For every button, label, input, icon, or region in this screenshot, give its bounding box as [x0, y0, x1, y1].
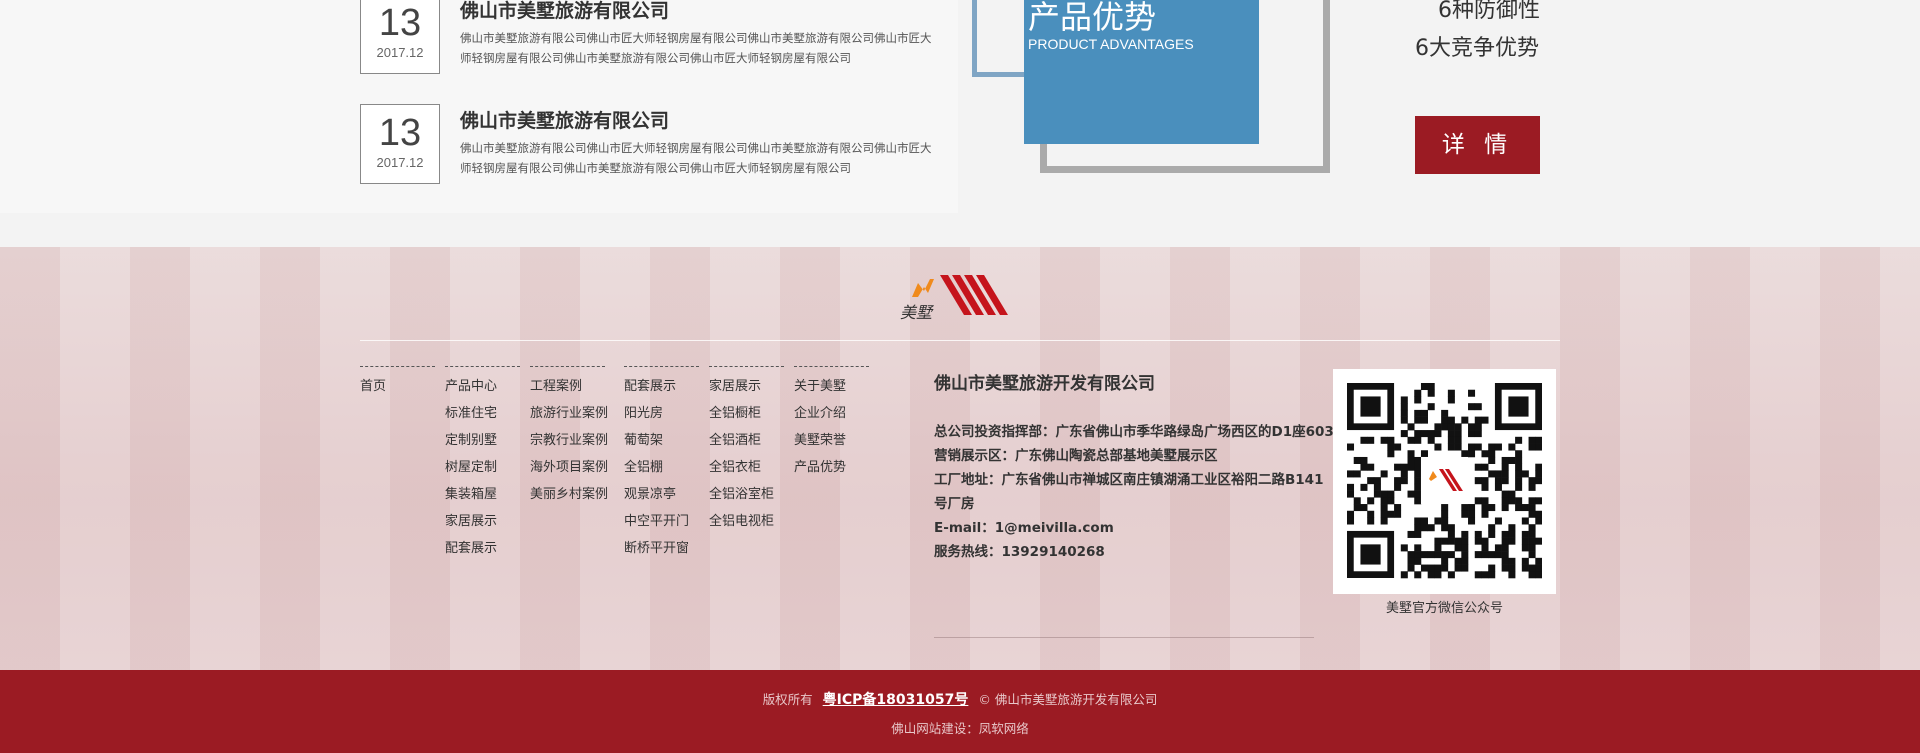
detail-button[interactable]: 详 情	[1415, 116, 1540, 174]
brand-logo[interactable]: 美墅	[900, 271, 1015, 323]
top-section: 13 2017.12 佛山市美墅旅游有限公司 佛山市美墅旅游有限公司佛山市匠大师…	[0, 0, 1920, 247]
contact-email[interactable]: E-mail：1@meivilla.com	[934, 516, 1334, 540]
copyright-prefix: 版权所有	[762, 692, 813, 707]
footer: 美墅 首页 产品中心 标准住宅 定制别墅 树屋定制 集装箱屋 家居展示 配套展示…	[0, 247, 1920, 670]
logo-text: 美墅	[900, 303, 933, 322]
footer-link[interactable]: 旅游行业案例	[530, 400, 608, 427]
footer-nav-col-home: 首页	[360, 366, 435, 400]
footer-link[interactable]: 宗教行业案例	[530, 427, 608, 454]
footer-link[interactable]: 观景凉亭	[624, 481, 699, 508]
news-panel: 13 2017.12 佛山市美墅旅游有限公司 佛山市美墅旅游有限公司佛山市匠大师…	[0, 0, 958, 213]
company-name: 佛山市美墅旅游开发有限公司	[934, 374, 1155, 394]
footer-link[interactable]: 标准住宅	[445, 400, 520, 427]
news-item[interactable]: 13 2017.12 佛山市美墅旅游有限公司 佛山市美墅旅游有限公司佛山市匠大师…	[360, 0, 940, 74]
footer-link[interactable]: 配套展示	[445, 535, 520, 562]
footer-link[interactable]: 全铝棚	[624, 454, 699, 481]
footer-link[interactable]: 配套展示	[624, 373, 699, 400]
footer-link[interactable]: 首页	[360, 373, 435, 400]
footer-link[interactable]: 葡萄架	[624, 427, 699, 454]
contact-hq-address: 总公司投资指挥部：广东省佛山市季华路绿岛广场西区的D1座603	[934, 424, 1334, 440]
footer-link[interactable]: 全铝酒柜	[709, 427, 784, 454]
footer-link[interactable]: 全铝浴室柜	[709, 481, 784, 508]
contact-showroom: 营销展示区：广东佛山陶瓷总部基地美墅展示区	[934, 448, 1218, 464]
footer-nav-col-products: 产品中心 标准住宅 定制别墅 树屋定制 集装箱屋 家居展示 配套展示	[445, 366, 520, 562]
footer-link[interactable]: 企业介绍	[794, 400, 869, 427]
footer-link[interactable]: 全铝电视柜	[709, 508, 784, 535]
qr-code-icon	[1347, 383, 1543, 579]
footer-link[interactable]: 美墅荣誉	[794, 427, 869, 454]
qr-label: 美墅官方微信公众号	[1385, 601, 1503, 616]
footer-link[interactable]: 家居展示	[709, 373, 784, 400]
advantage-point-2: 6大竞争优势	[1415, 36, 1539, 61]
footer-link[interactable]: 工程案例	[530, 373, 605, 400]
news-date: 13 2017.12	[360, 104, 440, 184]
advantage-title: 产品优势	[1028, 0, 1157, 36]
advantage-card: 产品优势 PRODUCT ADVANTAGES	[1024, 0, 1259, 144]
footer-link[interactable]: 美丽乡村案例	[530, 481, 608, 508]
footer-link[interactable]: 集装箱屋	[445, 481, 520, 508]
footer-link[interactable]: 关于美墅	[794, 373, 869, 400]
advantage-point-1: 6种防御性	[1438, 0, 1540, 23]
footer-link[interactable]: 断桥平开窗	[624, 535, 699, 562]
copyright-bar: 版权所有 粤ICP备18031057号 © 佛山市美墅旅游开发有限公司 佛山网站…	[0, 670, 1920, 753]
footer-link[interactable]: 定制别墅	[445, 427, 520, 454]
footer-link[interactable]: 产品优势	[794, 454, 869, 481]
footer-link[interactable]: 全铝橱柜	[709, 400, 784, 427]
news-summary: 佛山市美墅旅游有限公司佛山市匠大师轻钢房屋有限公司佛山市美墅旅游有限公司佛山市匠…	[460, 31, 932, 65]
news-title[interactable]: 佛山市美墅旅游有限公司	[460, 0, 669, 23]
footer-link[interactable]: 中空平开门	[624, 508, 699, 535]
news-day: 13	[378, 2, 422, 44]
footer-link[interactable]: 海外项目案例	[530, 454, 608, 481]
footer-nav-col-accessories: 配套展示 阳光房 葡萄架 全铝棚 观景凉亭 中空平开门 断桥平开窗	[624, 366, 699, 562]
copyright-owner: © 佛山市美墅旅游开发有限公司	[978, 692, 1158, 707]
wechat-qr-code	[1333, 369, 1556, 594]
footer-nav-col-furnishing: 家居展示 全铝橱柜 全铝酒柜 全铝衣柜 全铝浴室柜 全铝电视柜	[709, 366, 784, 535]
footer-nav-col-cases: 工程案例 旅游行业案例 宗教行业案例 海外项目案例 美丽乡村案例	[530, 366, 608, 508]
news-year-month: 2017.12	[376, 45, 424, 60]
footer-link[interactable]: 产品中心	[445, 373, 520, 400]
contact-list: 总公司投资指挥部：广东省佛山市季华路绿岛广场西区的D1座603 营销展示区：广东…	[934, 420, 1334, 564]
company-info: 佛山市美墅旅游开发有限公司 总公司投资指挥部：广东省佛山市季华路绿岛广场西区的D…	[934, 369, 1334, 564]
footer-link[interactable]: 全铝衣柜	[709, 454, 784, 481]
copyright-line: 版权所有 粤ICP备18031057号 © 佛山市美墅旅游开发有限公司	[0, 689, 1920, 709]
news-summary: 佛山市美墅旅游有限公司佛山市匠大师轻钢房屋有限公司佛山市美墅旅游有限公司佛山市匠…	[460, 141, 932, 175]
contact-factory-address: 工厂地址：广东省佛山市禅城区南庄镇湖涌工业区裕阳二路B141号厂房	[934, 472, 1324, 512]
news-day: 13	[378, 112, 422, 154]
advantage-subtitle: PRODUCT ADVANTAGES	[1028, 36, 1194, 52]
icp-link[interactable]: 粤ICP备18031057号	[823, 692, 969, 708]
site-builder[interactable]: 佛山网站建设：凤软网络	[0, 718, 1920, 737]
news-title[interactable]: 佛山市美墅旅游有限公司	[460, 106, 669, 133]
footer-link[interactable]: 阳光房	[624, 400, 699, 427]
footer-link[interactable]: 树屋定制	[445, 454, 520, 481]
footer-link[interactable]: 家居展示	[445, 508, 520, 535]
news-date: 13 2017.12	[360, 0, 440, 74]
footer-nav-col-about: 关于美墅 企业介绍 美墅荣誉 产品优势	[794, 366, 869, 481]
company-divider	[934, 637, 1314, 638]
footer-divider	[360, 340, 1560, 341]
contact-phone[interactable]: 服务热线：13929140268	[934, 540, 1334, 564]
news-year-month: 2017.12	[376, 155, 424, 170]
news-item[interactable]: 13 2017.12 佛山市美墅旅游有限公司 佛山市美墅旅游有限公司佛山市匠大师…	[360, 104, 940, 184]
